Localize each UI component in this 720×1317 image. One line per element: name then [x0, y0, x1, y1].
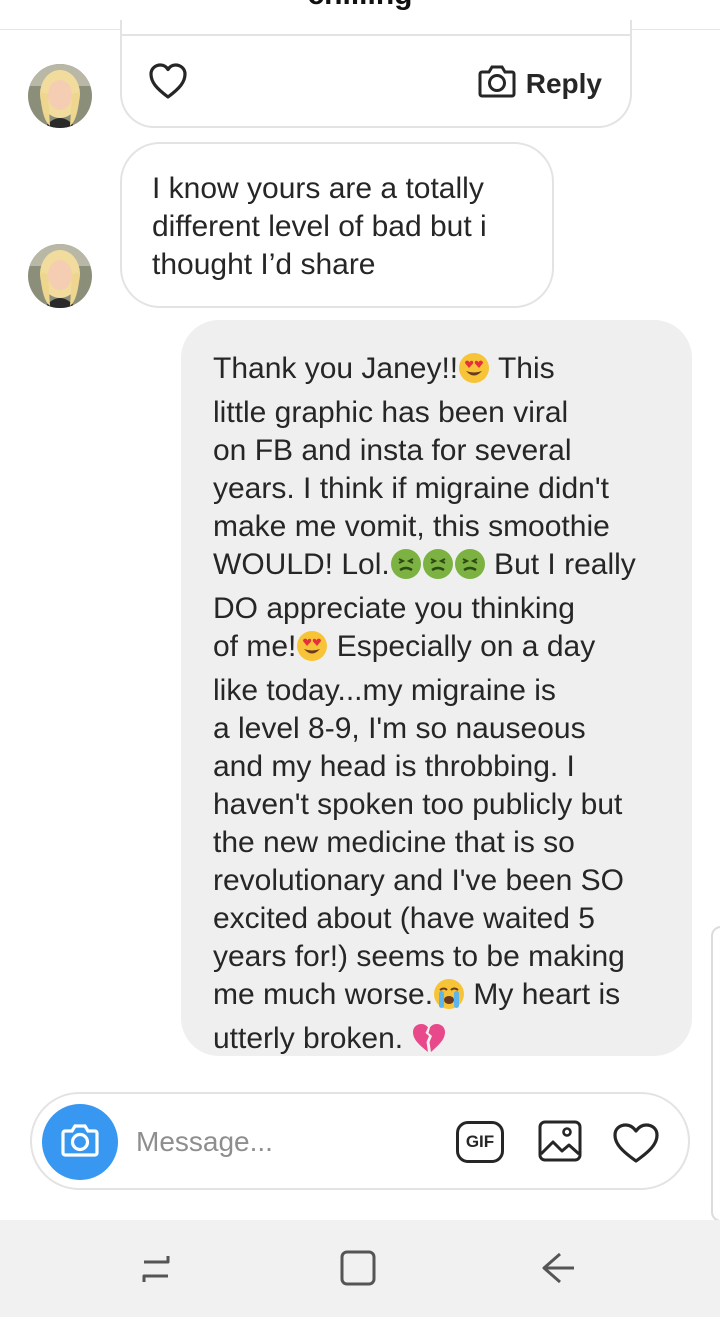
- heart-icon[interactable]: [612, 1122, 660, 1169]
- message-line: the new medicine that is so: [213, 826, 575, 859]
- home-icon[interactable]: [338, 1248, 378, 1293]
- story-preview-divider: [122, 34, 630, 36]
- broken-heart-emoji-icon: [411, 1022, 447, 1064]
- avatar[interactable]: [28, 64, 92, 128]
- incoming-message-bubble[interactable]: I know yours are a totally different lev…: [120, 142, 554, 308]
- message-line: me much worse. My heart is: [213, 976, 672, 1020]
- heart-eyes-emoji-icon: [296, 630, 328, 672]
- system-navigation-bar: [0, 1220, 720, 1317]
- camera-icon: [61, 1123, 99, 1162]
- message-line: and my head is throbbing. I: [213, 750, 575, 783]
- message-line: DO appreciate you thinking: [213, 592, 575, 625]
- message-line: years for!) seems to be making: [213, 940, 625, 973]
- edge-panel-handle[interactable]: [711, 926, 720, 1222]
- message-line: different level of bad but i: [152, 210, 487, 243]
- message-line: excited about (have waited 5: [213, 902, 595, 935]
- camera-button[interactable]: [42, 1104, 118, 1180]
- camera-icon: [478, 64, 516, 103]
- heart-icon[interactable]: [148, 62, 188, 100]
- message-line: of me! Especially on a day: [213, 628, 672, 672]
- image-icon[interactable]: [538, 1120, 582, 1167]
- message-line: revolutionary and I've been SO: [213, 864, 624, 897]
- heart-eyes-emoji-icon: [458, 352, 490, 394]
- nauseated-face-emoji-icon: [390, 548, 486, 590]
- chat-header-title[interactable]: chilling: [0, 0, 720, 12]
- message-line: make me vomit, this smoothie: [213, 510, 610, 543]
- gif-button[interactable]: GIF: [456, 1121, 504, 1163]
- message-input[interactable]: [136, 1122, 436, 1162]
- message-line: years. I think if migraine didn't: [213, 472, 609, 505]
- crying-face-emoji-icon: [433, 978, 465, 1020]
- message-line: I know yours are a totally: [152, 172, 484, 205]
- message-line: on FB and insta for several: [213, 434, 572, 467]
- message-line: like today...my migraine is: [213, 674, 556, 707]
- message-composer: GIF: [30, 1092, 690, 1190]
- message-line: thought I’d share: [152, 248, 376, 281]
- message-line: utterly broken.: [213, 1020, 672, 1064]
- message-line: haven't spoken too publicly but: [213, 788, 623, 821]
- message-line: WOULD! Lol. But I really: [213, 546, 672, 590]
- reply-label: Reply: [525, 67, 602, 99]
- recent-apps-icon[interactable]: [138, 1248, 174, 1293]
- avatar[interactable]: [28, 244, 92, 308]
- story-reply-card: Reply: [120, 20, 632, 128]
- back-icon[interactable]: [538, 1248, 578, 1293]
- message-line: little graphic has been viral: [213, 396, 569, 429]
- message-line: a level 8-9, I'm so nauseous: [213, 712, 586, 745]
- message-line: Thank you Janey!! This: [213, 350, 672, 394]
- outgoing-message-bubble[interactable]: Thank you Janey!! This little graphic ha…: [181, 320, 692, 1056]
- reply-button[interactable]: Reply: [478, 64, 602, 103]
